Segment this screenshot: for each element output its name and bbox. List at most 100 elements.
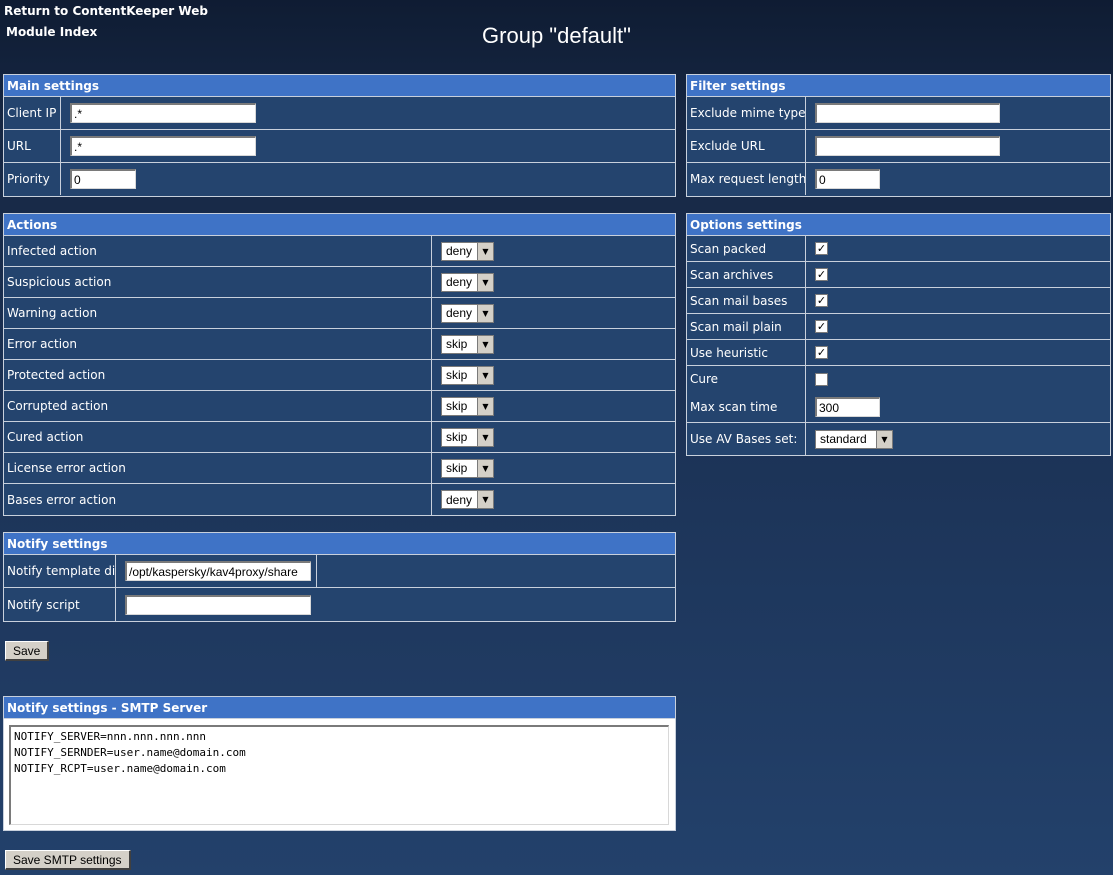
action-row: Protected action skip ▼ (4, 360, 675, 391)
av-bases-label: Use AV Bases set: (687, 423, 806, 455)
notify-template-dir-input[interactable] (125, 561, 311, 581)
main-settings-panel: Main settings Client IP URL Priority (3, 74, 676, 197)
action-row: Bases error action deny ▼ (4, 484, 675, 515)
av-bases-select[interactable]: standard ▼ (815, 429, 893, 449)
action-row: Warning action deny ▼ (4, 298, 675, 329)
chevron-down-icon: ▼ (477, 335, 493, 353)
option-row: Cure (687, 366, 1110, 392)
option-row: Use heuristic ✓ (687, 340, 1110, 366)
action-row: Cured action skip ▼ (4, 422, 675, 453)
smtp-settings-panel: Notify settings - SMTP Server (3, 696, 676, 831)
scan-archives-checkbox[interactable]: ✓ (815, 268, 828, 281)
client-ip-label: Client IP (4, 97, 61, 129)
exclude-url-label: Exclude URL (687, 130, 806, 162)
smtp-settings-header: Notify settings - SMTP Server (4, 697, 675, 719)
action-row: Error action skip ▼ (4, 329, 675, 360)
chevron-down-icon: ▼ (477, 491, 493, 508)
suspicious-action-select[interactable]: deny ▼ (441, 272, 494, 292)
scan-mail-plain-checkbox[interactable]: ✓ (815, 320, 828, 333)
notify-settings-panel: Notify settings Notify template dir Noti… (3, 532, 676, 622)
error-action-select[interactable]: skip ▼ (441, 334, 494, 354)
save-smtp-settings-button[interactable]: Save SMTP settings (5, 850, 131, 870)
scan-mail-plain-label: Scan mail plain (687, 314, 806, 339)
action-row: Infected action deny ▼ (4, 236, 675, 267)
chevron-down-icon: ▼ (477, 459, 493, 477)
chevron-down-icon: ▼ (477, 428, 493, 446)
filter-settings-panel: Filter settings Exclude mime type Exclud… (686, 74, 1111, 197)
actions-header: Actions (4, 214, 675, 236)
error-action-value: skip (446, 337, 468, 351)
scan-mail-bases-checkbox[interactable]: ✓ (815, 294, 828, 307)
license-error-action-value: skip (446, 461, 468, 475)
protected-action-select[interactable]: skip ▼ (441, 365, 494, 385)
cured-action-select[interactable]: skip ▼ (441, 427, 494, 447)
exclude-url-input[interactable] (815, 136, 1000, 156)
notify-template-dir-label: Notify template dir (4, 555, 116, 587)
cure-label: Cure (687, 366, 806, 392)
notify-script-label: Notify script (4, 588, 116, 621)
bases-error-action-value: deny (446, 492, 473, 507)
use-heuristic-label: Use heuristic (687, 340, 806, 365)
chevron-down-icon: ▼ (477, 366, 493, 384)
license-error-action-label: License error action (4, 453, 432, 483)
option-row: Scan mail plain ✓ (687, 314, 1110, 340)
suspicious-action-value: deny (446, 275, 473, 289)
scan-mail-bases-label: Scan mail bases (687, 288, 806, 313)
option-row: Scan packed ✓ (687, 236, 1110, 262)
chevron-down-icon: ▼ (477, 242, 493, 260)
cure-checkbox[interactable] (815, 372, 828, 386)
priority-input[interactable] (70, 169, 136, 189)
bases-error-action-select[interactable]: deny ▼ (441, 490, 494, 509)
chevron-down-icon: ▼ (477, 397, 493, 415)
cured-action-value: skip (446, 430, 468, 444)
priority-label: Priority (4, 163, 61, 195)
action-row: Suspicious action deny ▼ (4, 267, 675, 298)
warning-action-label: Warning action (4, 298, 432, 328)
option-row: Scan archives ✓ (687, 262, 1110, 288)
action-row: Corrupted action skip ▼ (4, 391, 675, 422)
options-settings-panel: Options settings Scan packed ✓ Scan archiv… (686, 213, 1111, 456)
infected-action-select[interactable]: deny ▼ (441, 241, 494, 261)
max-request-label: Max request length (687, 163, 806, 195)
client-ip-input[interactable] (70, 103, 256, 123)
smtp-settings-textarea[interactable] (9, 725, 669, 825)
chevron-down-icon: ▼ (876, 430, 892, 448)
main-settings-header: Main settings (4, 75, 675, 97)
notify-settings-header: Notify settings (4, 533, 675, 555)
filter-settings-header: Filter settings (687, 75, 1110, 97)
bases-error-action-label: Bases error action (4, 484, 432, 515)
chevron-down-icon: ▼ (477, 273, 493, 291)
exclude-mime-input[interactable] (815, 103, 1000, 123)
use-heuristic-checkbox[interactable]: ✓ (815, 346, 828, 359)
max-scan-time-label: Max scan time (687, 392, 806, 422)
option-row: Scan mail bases ✓ (687, 288, 1110, 314)
corrupted-action-value: skip (446, 399, 468, 413)
scan-packed-checkbox[interactable]: ✓ (815, 242, 828, 255)
notify-script-input[interactable] (125, 594, 311, 615)
max-scan-time-input[interactable] (815, 397, 880, 417)
exclude-mime-label: Exclude mime type (687, 97, 806, 129)
chevron-down-icon: ▼ (477, 304, 493, 322)
action-row: License error action skip ▼ (4, 453, 675, 484)
url-label: URL (4, 130, 61, 162)
infected-action-value: deny (446, 244, 473, 258)
license-error-action-select[interactable]: skip ▼ (441, 458, 494, 478)
return-to-contentkeeper-link[interactable]: Return to ContentKeeper Web (4, 4, 208, 18)
options-settings-header: Options settings (687, 214, 1110, 236)
page-title: Group "default" (482, 23, 631, 48)
max-request-input[interactable] (815, 169, 880, 189)
infected-action-label: Infected action (4, 236, 432, 266)
protected-action-label: Protected action (4, 360, 432, 390)
save-button[interactable]: Save (5, 641, 50, 661)
url-input[interactable] (70, 136, 256, 156)
protected-action-value: skip (446, 368, 468, 382)
suspicious-action-label: Suspicious action (4, 267, 432, 297)
scan-archives-label: Scan archives (687, 262, 806, 287)
scan-packed-label: Scan packed (687, 236, 806, 261)
warning-action-select[interactable]: deny ▼ (441, 303, 494, 323)
corrupted-action-label: Corrupted action (4, 391, 432, 421)
warning-action-value: deny (446, 306, 473, 320)
cured-action-label: Cured action (4, 422, 432, 452)
corrupted-action-select[interactable]: skip ▼ (441, 396, 494, 416)
actions-panel: Actions Infected action deny ▼ Suspicious a… (3, 213, 676, 516)
